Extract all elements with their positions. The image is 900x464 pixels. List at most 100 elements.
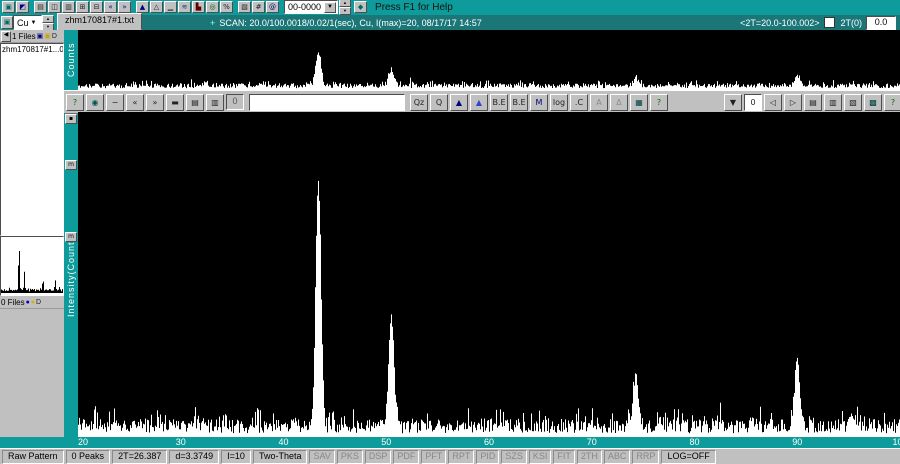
document-bar: ▣ Cu ▼ ▲ ▼ zhm170817#1.txt + SCAN: 20.0/… — [0, 13, 900, 31]
overlay-select[interactable]: ▼ — [724, 93, 742, 111]
peak-find-button[interactable]: ▲ — [136, 1, 149, 13]
toggle-sav[interactable]: SAV — [309, 449, 335, 464]
shift-left-button[interactable]: ◁ — [764, 93, 782, 111]
spin-up-icon[interactable]: ▲ — [42, 14, 54, 23]
toggle-fit[interactable]: FIT — [553, 449, 575, 464]
file-list-item[interactable]: zhm170817#1... 08 — [1, 44, 63, 55]
card-number-button[interactable]: # — [252, 1, 265, 13]
stop-button[interactable]: ◉ — [86, 93, 104, 111]
drive-label-2[interactable]: D — [36, 298, 41, 307]
bg-fit-button[interactable]: B.E — [510, 93, 528, 111]
search-match-button[interactable]: ◎ — [206, 1, 219, 13]
toggle-abc[interactable]: ABC — [603, 449, 631, 464]
pan-left-button[interactable]: « — [126, 93, 144, 111]
undo-button[interactable]: « — [104, 1, 117, 13]
range-checkbox[interactable] — [824, 17, 836, 28]
toggle-szs[interactable]: SZS — [501, 449, 527, 464]
a-list-button[interactable]: A — [590, 93, 608, 111]
retrieve-card-button[interactable]: ◆ — [354, 1, 368, 13]
smooth-button[interactable]: ≋ — [178, 1, 191, 13]
axis-units[interactable]: Two-Theta — [252, 449, 308, 464]
layout-stack-button[interactable]: ▤ — [186, 93, 204, 111]
drive-label[interactable]: D — [52, 32, 57, 41]
files-count-label: 1 Files — [12, 31, 36, 41]
zoom-z-button[interactable]: Qz — [410, 93, 428, 111]
toggle-pdf[interactable]: PDF — [393, 449, 420, 464]
hatch-button[interactable]: ▧ — [844, 93, 862, 111]
message-input[interactable] — [249, 93, 405, 111]
tile-view-icon[interactable]: ▣ — [37, 32, 44, 41]
two-theta-zero-value[interactable]: 0.0 — [866, 15, 896, 30]
file-list[interactable]: zhm170817#1... 08 — [0, 43, 64, 236]
help-button-3[interactable]: ? — [884, 93, 900, 111]
toggle-pft[interactable]: PFT — [421, 449, 447, 464]
box-cursor-button[interactable]: ▬ — [166, 93, 184, 111]
overview-chart[interactable] — [78, 30, 900, 90]
shift-right-button[interactable]: ▷ — [784, 93, 802, 111]
line-cursor-button[interactable]: − — [106, 93, 124, 111]
pan-right-button[interactable]: » — [146, 93, 164, 111]
full-scale-button[interactable]: ▲ — [450, 93, 468, 111]
minimized-marker-1[interactable]: ▪ — [65, 114, 77, 124]
collapse-panel-icon[interactable]: ◀ — [1, 30, 11, 42]
palette-button[interactable]: ▩ — [864, 93, 882, 111]
anode-spinner[interactable]: ▲ ▼ — [42, 14, 54, 31]
toggle-pid[interactable]: PID — [476, 449, 500, 464]
main-chart[interactable] — [78, 112, 900, 437]
overlay-dot-yellow-icon[interactable]: ● — [31, 298, 35, 307]
pattern-viewer-icon[interactable]: ▣ — [2, 1, 15, 13]
pdf-card-spinner[interactable]: ▲ ▼ — [339, 0, 352, 15]
log-scale-button[interactable]: log — [550, 93, 568, 111]
minimized-window-m1[interactable]: m — [65, 160, 77, 170]
half-scale-button[interactable]: ▲ — [470, 93, 488, 111]
pdf-card-select[interactable]: 00-0000 ▼ — [284, 0, 339, 14]
paste-button[interactable]: ⊟ — [90, 1, 103, 13]
delta-list-button[interactable]: Δ — [610, 93, 628, 111]
chevron-down-icon[interactable]: ▼ — [324, 1, 337, 13]
toggle-dsp[interactable]: DSP — [364, 449, 392, 464]
redo-button[interactable]: » — [118, 1, 131, 13]
stack-down-button[interactable]: ▥ — [824, 93, 842, 111]
toggle-2th[interactable]: 2TH — [576, 449, 602, 464]
layout-tile-button[interactable]: ▥ — [206, 93, 224, 111]
primary-files-header[interactable]: ◀ 1 Files ▣ ▣ D — [0, 30, 64, 43]
open-file-button[interactable]: ▤ — [34, 1, 47, 13]
file-tab[interactable]: zhm170817#1.txt — [57, 13, 143, 30]
celsius-button[interactable]: .C — [570, 93, 588, 111]
log-status[interactable]: LOG=OFF — [661, 449, 716, 464]
anode-select[interactable]: Cu ▼ — [13, 15, 42, 30]
wavelength-icon[interactable]: ▣ — [1, 16, 13, 29]
copy-button[interactable]: ⊞ — [76, 1, 89, 13]
quant-percent-button[interactable]: % — [220, 1, 233, 13]
overlay-view-icon[interactable]: ◩ — [16, 1, 29, 13]
thumbnail-chart[interactable] — [1, 237, 63, 293]
toggle-ksi[interactable]: KSI — [528, 449, 552, 464]
bg-edit-button[interactable]: B.E — [490, 93, 508, 111]
help-button[interactable]: ? — [66, 93, 84, 111]
folder-icon[interactable]: ▣ — [44, 32, 51, 41]
secondary-files-header[interactable]: 0 Files ● ● D — [0, 296, 64, 309]
toggle-rrp[interactable]: RRP — [632, 449, 660, 464]
save-button[interactable]: ◫ — [48, 1, 61, 13]
chevron-down-icon[interactable]: ▼ — [31, 20, 37, 26]
toggle-pks[interactable]: PKS — [336, 449, 363, 464]
x-tick-label: 70 — [586, 437, 597, 447]
background-button[interactable]: ▁ — [164, 1, 177, 13]
offset-readout[interactable]: 0 — [744, 93, 762, 111]
toggle-rpt[interactable]: RPT — [448, 449, 475, 464]
pattern-table-button[interactable]: ▧ — [238, 1, 251, 13]
peak-marks-button[interactable]: M — [530, 93, 548, 111]
database-button[interactable]: @ — [266, 1, 279, 13]
pattern-thumbnail[interactable] — [0, 236, 64, 296]
stick-pattern-button[interactable]: ▙ — [192, 1, 205, 13]
profile-fit-button[interactable]: △ — [150, 1, 163, 13]
stack-up-button[interactable]: ▤ — [804, 93, 822, 111]
zoom-q-button[interactable]: Q — [430, 93, 448, 111]
help-hint: Press F1 for Help — [375, 1, 453, 13]
spin-up-icon[interactable]: ▲ — [339, 0, 352, 7]
overlay-dot-blue-icon[interactable]: ● — [26, 298, 30, 307]
help-button-2[interactable]: ? — [650, 93, 668, 111]
grid-button[interactable]: ▦ — [630, 93, 648, 111]
print-button[interactable]: ▥ — [62, 1, 75, 13]
minimized-window-m2[interactable]: m — [65, 232, 77, 242]
